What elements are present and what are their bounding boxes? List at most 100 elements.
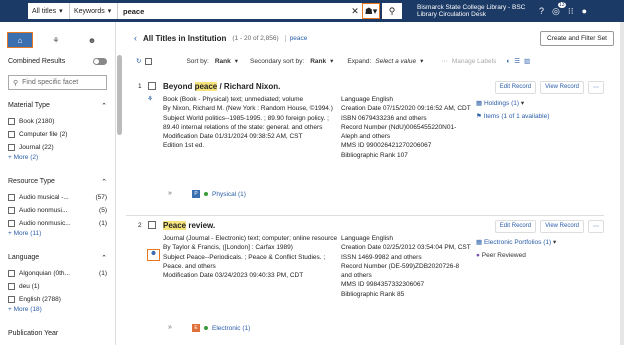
facet-item[interactable]: deu (1) [8, 280, 107, 293]
apps-icon[interactable]: ⁝⁝ [568, 6, 574, 17]
electronic-tag: E [192, 324, 200, 332]
facet-item[interactable]: Audio nonmusi... (5) [8, 204, 107, 217]
facet-item[interactable]: Audio musical -... (57) [8, 191, 107, 204]
checkbox[interactable] [8, 131, 15, 138]
grid-icon: ▦ [476, 100, 483, 107]
question-icon[interactable]: ? [539, 6, 544, 16]
record-number-line: Record Number (DE-599)ZDB2020726-8 and o… [341, 262, 460, 280]
access-label: Electronic (1) [212, 324, 251, 332]
field-select[interactable]: Keywords ▾ [70, 3, 118, 19]
title-highlight: Peace [163, 221, 187, 230]
columns-icon[interactable]: ▥ [524, 57, 530, 65]
available-dot [204, 192, 208, 196]
checkbox[interactable] [8, 207, 15, 214]
search-input[interactable]: peace [118, 3, 348, 19]
people-tab-icon[interactable]: ☻ [79, 32, 105, 48]
facet-group-language: Language ⌃ Algonquian (0th... (1) deu (1) … [8, 254, 115, 318]
rank-line: Bibliographic Rank 85 [341, 290, 405, 298]
facet-item[interactable]: Audio nonmusic... (1) [8, 217, 107, 230]
back-chevron-icon[interactable]: ‹ [134, 33, 137, 43]
refresh-icon[interactable]: ↻ [136, 57, 141, 65]
manage-labels-button[interactable]: Manage Labels [452, 58, 496, 65]
main-scrollbar[interactable] [620, 22, 624, 345]
checkbox[interactable] [8, 220, 15, 227]
record-number-line: Record Number (NdU)0065455220N01-Aleph a… [341, 123, 457, 141]
labels-icon[interactable]: ⋯ [441, 57, 448, 65]
facet-item[interactable]: Book (2180) [8, 115, 107, 128]
list-view-icon[interactable]: ☰ [514, 57, 520, 65]
facet-count: (57) [95, 194, 107, 201]
expand-chevron-icon[interactable]: » [168, 324, 172, 331]
expand-chevron-icon[interactable]: » [168, 190, 172, 197]
people-icon[interactable]: ☻ [147, 249, 160, 261]
select-all-checkbox[interactable] [145, 57, 153, 65]
facet-group-resource: Resource Type ⌃ Audio musical -... (57) Au… [8, 178, 115, 242]
search-icon[interactable]: ⚲ [382, 3, 402, 19]
checkbox[interactable] [8, 283, 15, 290]
title-highlight: peace [194, 82, 218, 91]
record-number: 2 [138, 222, 142, 229]
facet-item[interactable]: Journal (22) [8, 141, 107, 154]
record-details: Book (Book - Physical) text; unmediated;… [163, 95, 343, 151]
chevron-down-icon[interactable]: ▾ [330, 57, 333, 65]
combined-results-label: Combined Results [8, 58, 66, 65]
facet-item[interactable]: Algonquian (0th... (1) [8, 267, 107, 280]
author-line: By Nixon, Richard M. (New York : Random … [163, 105, 333, 113]
edit-record-button[interactable]: Edit Record [494, 81, 537, 94]
chevron-up-icon[interactable]: ⌃ [101, 254, 107, 262]
record-title[interactable]: Peace review. [163, 221, 215, 230]
checkbox[interactable] [8, 144, 15, 151]
items-link[interactable]: ⚑ Items (1 of 1 available) [476, 110, 604, 123]
facet-sidebar: ⌂ ⚘ ☻ Combined Results ⚲ Find specific f… [0, 22, 116, 345]
checkbox[interactable] [8, 194, 15, 201]
chevron-up-icon[interactable]: ⌃ [101, 178, 107, 186]
checkbox[interactable] [8, 270, 15, 277]
chevron-up-icon[interactable]: ⌃ [101, 102, 107, 110]
physical-access[interactable]: P Physical (1) [192, 190, 246, 198]
portfolios-link[interactable]: ▦ Electronic Portfolios (1) ▾ [476, 236, 604, 249]
notifications-icon[interactable]: ◎ 13 [552, 1, 566, 17]
more-link[interactable]: + More (18) [8, 306, 115, 318]
edit-record-button[interactable]: Edit Record [494, 220, 537, 233]
more-options-icon[interactable]: ⋯ [588, 81, 604, 94]
chevron-down-icon[interactable]: ▾ [420, 57, 423, 65]
hierarchy-icon[interactable]: ⚘ [147, 95, 153, 103]
combined-results-toggle[interactable] [93, 58, 107, 65]
expand-select[interactable]: Select a value [375, 58, 416, 65]
modification-line: Modification Date 03/24/2023 09:40:33 PM… [163, 272, 304, 280]
more-label: More (2) [13, 154, 39, 161]
view-record-button[interactable]: View Record [540, 220, 584, 233]
view-record-button[interactable]: View Record [540, 81, 584, 94]
chevron-down-icon: ▾ [520, 100, 525, 107]
create-filter-set-button[interactable]: Create and Filter Set [540, 30, 614, 46]
secondary-sort-value[interactable]: Rank [310, 58, 326, 65]
location-label[interactable]: Bismarck State College Library - BSC Lib… [417, 4, 535, 18]
home-tab-icon[interactable]: ⌂ [7, 32, 33, 48]
chevron-down-icon[interactable]: ▾ [235, 57, 238, 65]
electronic-access[interactable]: E Electronic (1) [192, 324, 250, 332]
record-title[interactable]: Beyond peace / Richard Nixon. [163, 82, 280, 91]
search-keyword[interactable]: peace [284, 34, 307, 42]
facet-label: Book (2180) [19, 118, 55, 125]
hierarchy-tab-icon[interactable]: ⚘ [43, 32, 69, 48]
record-checkbox[interactable] [148, 82, 156, 90]
checkbox[interactable] [8, 118, 15, 125]
record-checkbox[interactable] [148, 221, 156, 229]
title-text: review. [186, 221, 216, 230]
holdings-link[interactable]: ▦ Holdings (1) ▾ [476, 97, 604, 110]
advanced-search-icon[interactable]: ☗▾ [362, 3, 380, 19]
more-label: More (18) [13, 306, 42, 313]
facet-search-input[interactable]: ⚲ Find specific facet [8, 75, 107, 90]
sidebar-scrollbar[interactable] [117, 55, 122, 135]
view-toggle-icon[interactable]: ◐ [506, 58, 510, 65]
more-options-icon[interactable]: ⋯ [588, 220, 604, 233]
more-link[interactable]: + More (11) [8, 230, 115, 242]
user-icon[interactable]: ● [582, 6, 587, 16]
sort-value[interactable]: Rank [215, 58, 231, 65]
facet-item[interactable]: Computer file (2) [8, 128, 107, 141]
checkbox[interactable] [8, 296, 15, 303]
clear-icon[interactable]: ✕ [348, 3, 362, 19]
scope-select[interactable]: All titles ▾ [28, 3, 70, 19]
facet-item[interactable]: English (2788) [8, 293, 107, 306]
more-link[interactable]: + More (2) [8, 154, 115, 166]
